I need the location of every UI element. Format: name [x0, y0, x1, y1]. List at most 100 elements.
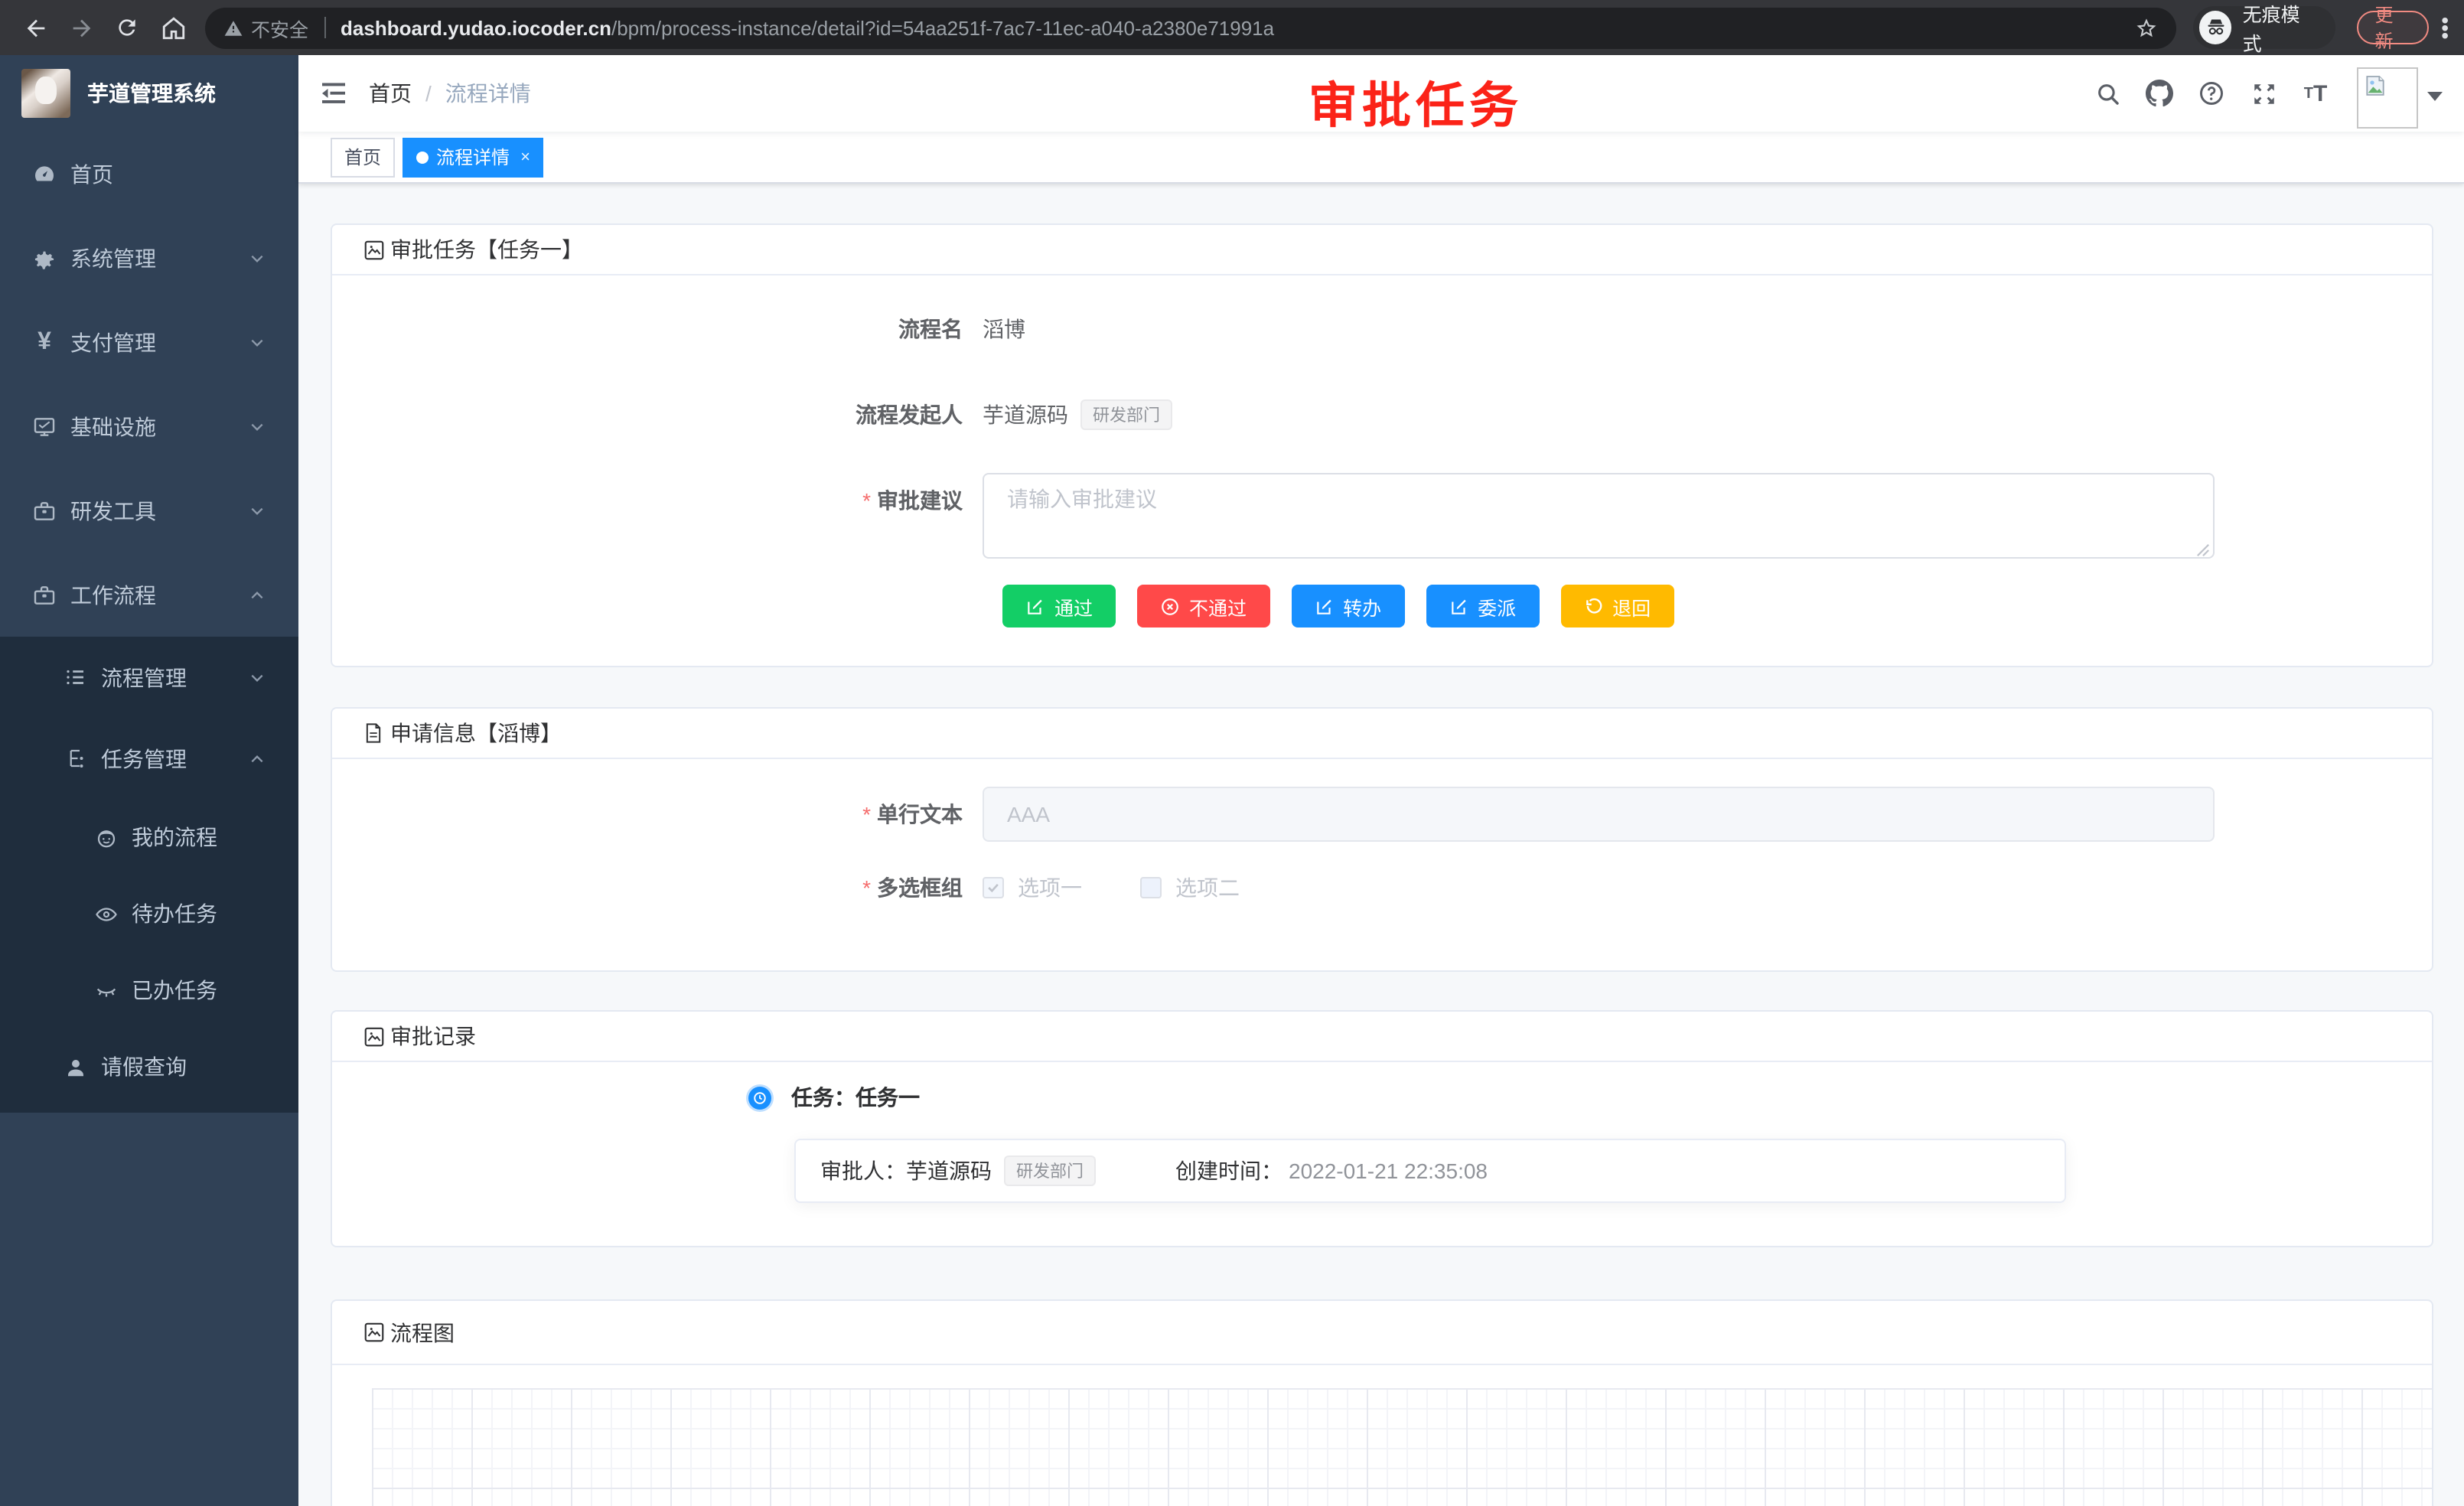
- search-icon[interactable]: [2081, 55, 2133, 132]
- suggestion-label: *审批建议: [363, 473, 983, 516]
- sidebar-item-infrastructure[interactable]: 基础设施: [0, 384, 298, 468]
- sidebar-toggle-button[interactable]: [298, 55, 369, 132]
- incognito-icon: [2199, 11, 2232, 44]
- created-time-label: 创建时间：: [1175, 1156, 1283, 1186]
- record-card-header: 审批记录: [332, 1012, 2432, 1062]
- workflow-submenu: 流程管理 任务管理 我的流程: [0, 637, 298, 1113]
- github-icon[interactable]: [2133, 55, 2185, 132]
- avatar[interactable]: [2357, 67, 2418, 129]
- breadcrumb: 首页 / 流程详情: [369, 78, 531, 109]
- checkbox-label: 选项一: [1018, 872, 1082, 903]
- application-card-header: 申请信息【滔博】: [332, 709, 2432, 759]
- chevron-down-icon: [249, 334, 265, 350]
- address-bar[interactable]: 不安全 dashboard.yudao.iocoder.cn/bpm/proce…: [205, 7, 2176, 48]
- approval-record-card: 审批记录 任务：任务一 审批人： 芋道源码 研发部门: [331, 1010, 2433, 1247]
- tag-process-detail[interactable]: 流程详情 ×: [403, 137, 544, 177]
- checkbox-unchecked-icon: [1140, 877, 1162, 898]
- chevron-down-icon: [249, 670, 265, 685]
- transfer-button[interactable]: 转办: [1291, 585, 1404, 628]
- tag-home[interactable]: 首页: [331, 137, 395, 177]
- approver-value: 芋道源码: [906, 1156, 992, 1186]
- suggestion-textarea[interactable]: [983, 473, 2215, 559]
- sidebar-item-my-process[interactable]: 我的流程: [0, 799, 298, 875]
- dashboard-icon: [32, 161, 57, 186]
- chevron-down-icon: [249, 250, 265, 266]
- checkbox-option-1[interactable]: 选项一: [983, 872, 1082, 903]
- face-icon: [93, 825, 118, 849]
- eye-open-icon: [93, 901, 118, 926]
- task-title: 任务：任务一: [791, 1082, 920, 1113]
- approve-button[interactable]: 通过: [1002, 585, 1116, 628]
- clock-icon: [748, 1086, 771, 1109]
- app-title: 芋道管理系统: [87, 78, 216, 109]
- tag-label: 首页: [344, 144, 381, 170]
- chevron-down-icon: [249, 419, 265, 434]
- browser-forward-button[interactable]: [61, 8, 101, 47]
- required-mark: *: [862, 875, 871, 900]
- help-icon[interactable]: [2185, 55, 2237, 132]
- hamburger-icon: [320, 81, 347, 106]
- chevron-up-icon: [249, 751, 265, 766]
- edit-icon: [1314, 596, 1334, 616]
- browser-menu-button[interactable]: •••: [2441, 16, 2449, 39]
- sidebar-logo[interactable]: 芋道管理系统: [0, 55, 298, 132]
- sidebar-item-leave-query[interactable]: 请假查询: [0, 1028, 298, 1105]
- broken-image-icon: [2363, 73, 2387, 98]
- sidebar-item-workflow[interactable]: 工作流程: [0, 553, 298, 637]
- url-host: dashboard.yudao.iocoder.cn: [341, 16, 611, 39]
- document-icon: [363, 722, 386, 745]
- sidebar-item-home[interactable]: 首页: [0, 132, 298, 216]
- sidebar-item-process-management[interactable]: 流程管理: [0, 637, 298, 718]
- sidebar-item-label: 支付管理: [70, 327, 156, 357]
- list-icon: [63, 665, 87, 689]
- fullscreen-icon[interactable]: [2237, 55, 2290, 132]
- browser-update-button[interactable]: 更新: [2357, 11, 2430, 44]
- incognito-badge: 无痕模式: [2193, 6, 2335, 49]
- page-content: 审批任务【任务一】 流程名 滔博 流程发起人 芋道源码 研发部门: [298, 184, 2464, 1506]
- browser-reload-button[interactable]: [107, 8, 147, 47]
- required-mark: *: [862, 488, 871, 513]
- delegate-button[interactable]: 委派: [1426, 585, 1539, 628]
- return-button[interactable]: 退回: [1560, 585, 1674, 628]
- browser-back-button[interactable]: [15, 8, 55, 47]
- process-diagram-card: 流程图: [331, 1299, 2433, 1506]
- person-icon: [63, 1055, 87, 1079]
- breadcrumb-home-link[interactable]: 首页: [369, 78, 412, 109]
- avatar-caret-icon[interactable]: [2427, 92, 2443, 101]
- sidebar-item-dev-tools[interactable]: 研发工具: [0, 468, 298, 553]
- toolbox-icon: [32, 498, 57, 523]
- browser-home-button[interactable]: [153, 8, 193, 47]
- text-field-row: *单行文本: [363, 787, 2401, 842]
- sidebar-item-task-management[interactable]: 任务管理: [0, 718, 298, 799]
- record-detail-card: 审批人： 芋道源码 研发部门 创建时间： 2022-01-21 22:35:08: [794, 1139, 2066, 1203]
- text-field-label: *单行文本: [363, 799, 983, 830]
- sidebar-item-todo-tasks[interactable]: 待办任务: [0, 875, 298, 952]
- single-line-text-input[interactable]: [983, 787, 2215, 842]
- timeline-item: 任务：任务一: [748, 1082, 2401, 1113]
- card-title: 流程图: [390, 1317, 455, 1348]
- chevron-up-icon: [249, 587, 265, 602]
- font-size-icon[interactable]: TT: [2290, 55, 2342, 132]
- flow-tree-icon: [63, 746, 87, 771]
- approver-dept-tag: 研发部门: [1004, 1156, 1096, 1186]
- edit-icon: [1449, 596, 1468, 616]
- checkbox-option-2[interactable]: 选项二: [1140, 872, 1240, 903]
- initiator-value: 芋道源码 研发部门: [983, 399, 1172, 430]
- sidebar-item-done-tasks[interactable]: 已办任务: [0, 952, 298, 1028]
- tag-close-icon[interactable]: ×: [520, 148, 530, 166]
- breadcrumb-separator: /: [425, 81, 432, 106]
- logo-avatar: [21, 69, 70, 118]
- resize-grip-icon[interactable]: [2196, 543, 2210, 557]
- approval-card-header: 审批任务【任务一】: [332, 225, 2432, 275]
- reject-button[interactable]: 不通过: [1137, 585, 1269, 628]
- sidebar-item-payment[interactable]: ¥ 支付管理: [0, 300, 298, 384]
- bookmark-star-icon[interactable]: [2135, 16, 2158, 39]
- incognito-label: 无痕模式: [2243, 0, 2317, 57]
- security-status[interactable]: 不安全: [223, 13, 308, 42]
- security-label: 不安全: [251, 13, 308, 42]
- initiator-label: 流程发起人: [363, 399, 983, 430]
- bpmn-canvas[interactable]: [372, 1388, 2432, 1506]
- sidebar-item-label: 研发工具: [70, 495, 156, 526]
- sidebar-item-system[interactable]: 系统管理: [0, 216, 298, 300]
- picture-outline-icon: [363, 238, 386, 261]
